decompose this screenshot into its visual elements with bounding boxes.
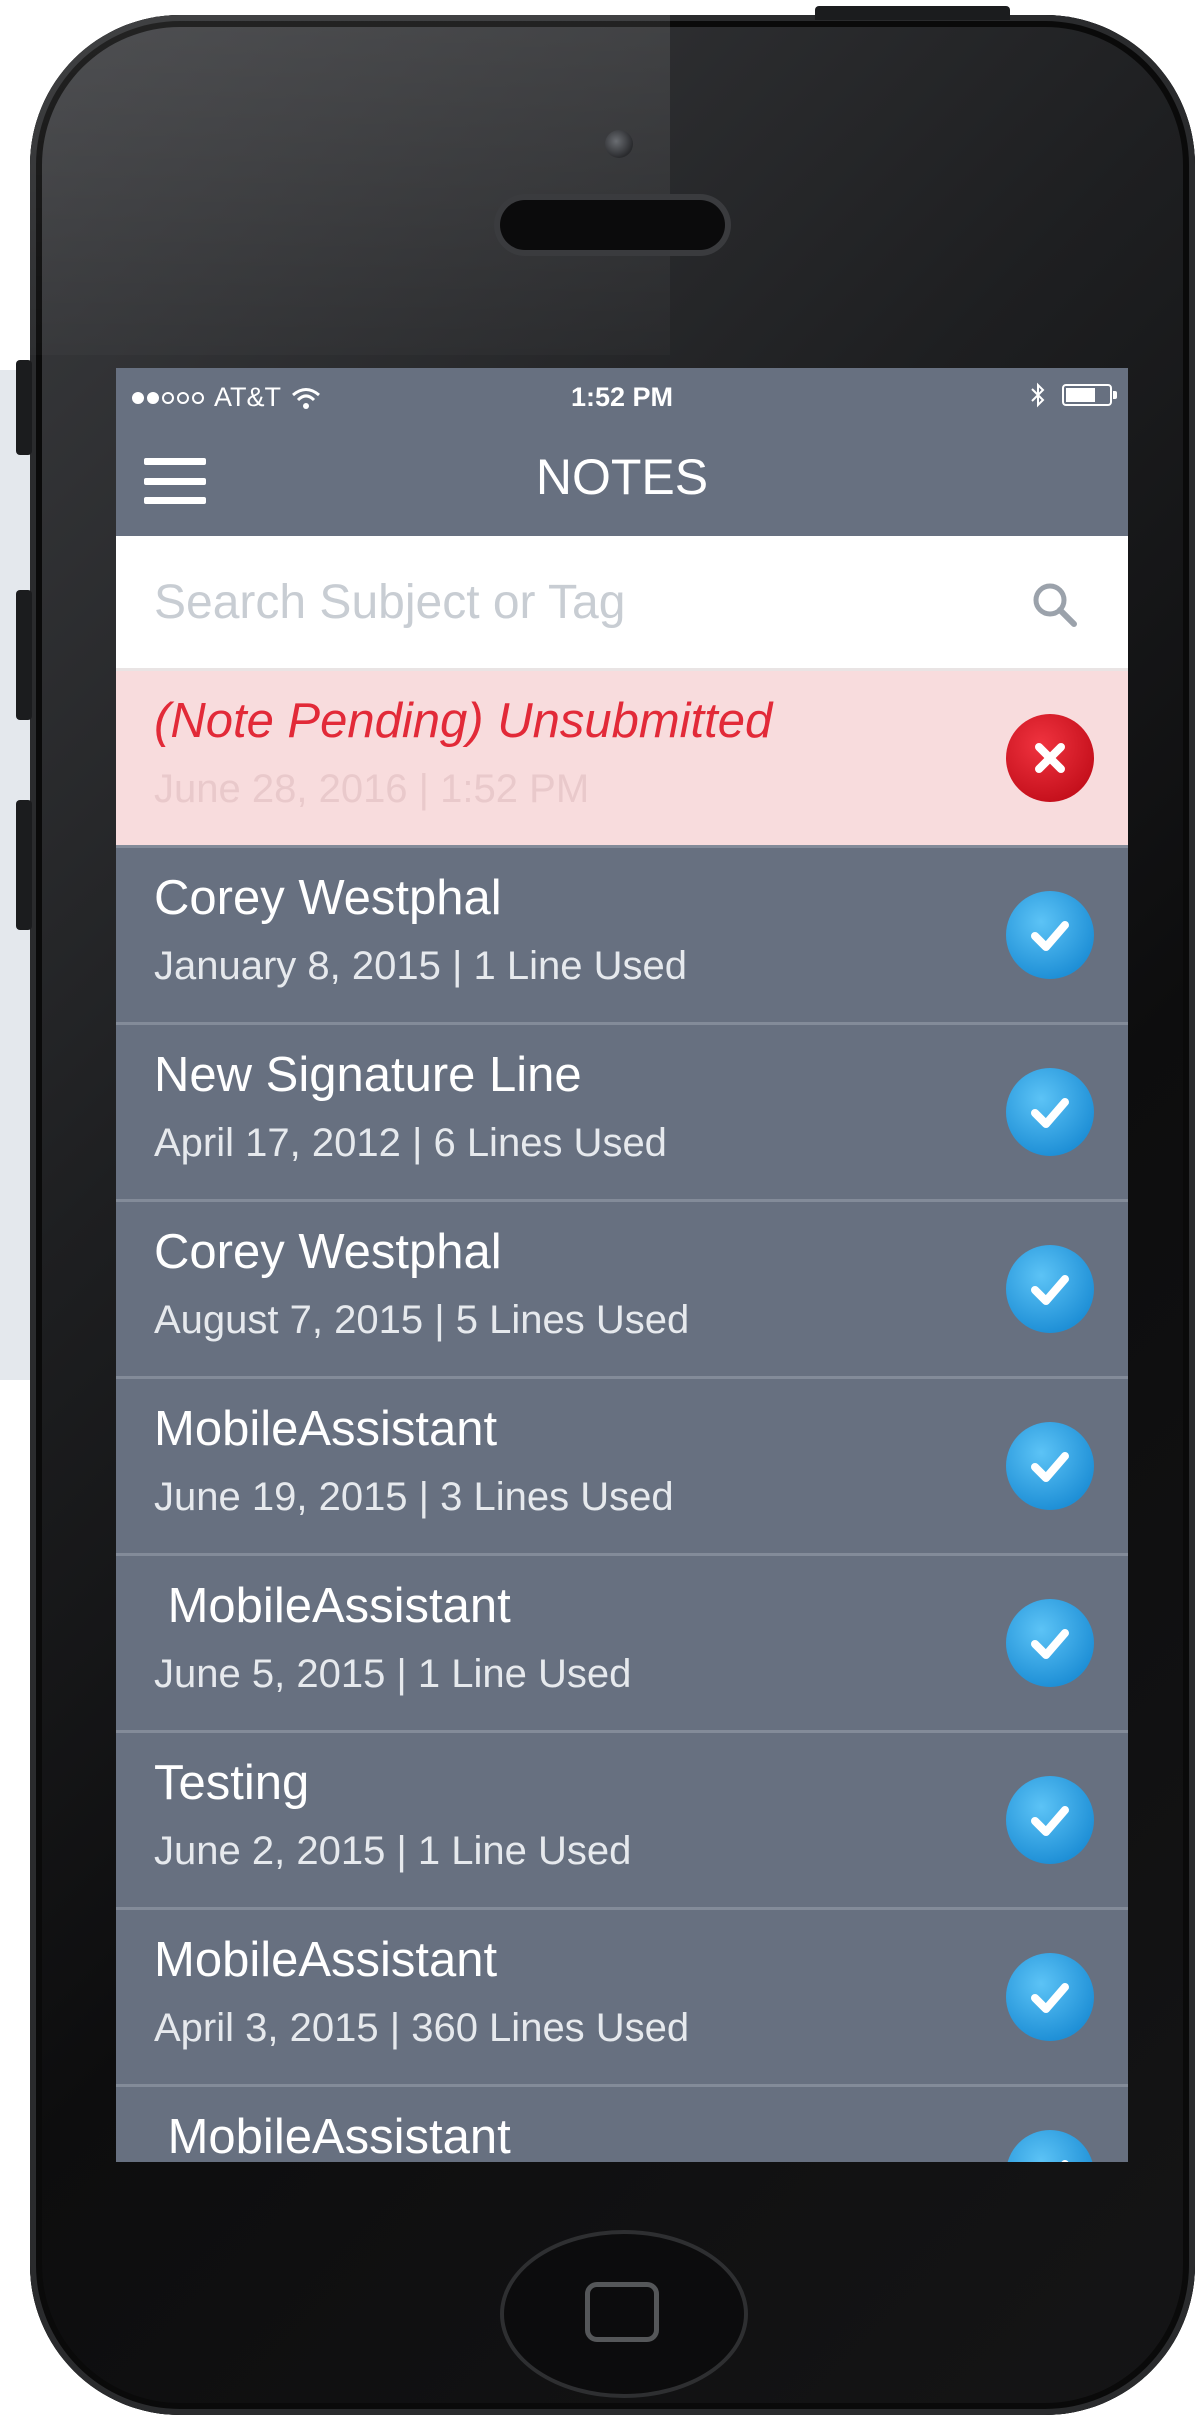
search-input[interactable]: [154, 564, 994, 640]
note-title: MobileAssistant: [154, 2110, 511, 2162]
note-item[interactable]: New Signature Line April 17, 2012 | 6 Lin…: [116, 1022, 1128, 1199]
note-subtitle: August 7, 2015 | 5 Lines Used: [154, 1298, 690, 1342]
note-subtitle: June 19, 2015 | 3 Lines Used: [154, 1475, 674, 1519]
note-title: MobileAssistant: [154, 1579, 511, 1633]
power-button: [815, 6, 1010, 20]
note-title: MobileAssistant: [154, 1402, 498, 1456]
checkmark-circle-icon: [1006, 2130, 1094, 2162]
note-item[interactable]: MobileAssistant: [116, 2084, 1128, 2162]
checkmark-circle-icon: [1006, 1776, 1094, 1864]
note-item[interactable]: Corey Westphal January 8, 2015 | 1 Line U…: [116, 845, 1128, 1022]
x-mark-glyph: [1035, 743, 1065, 773]
notes-list: (Note Pending) Unsubmitted June 28, 2016 …: [116, 668, 1128, 2162]
note-title: Corey Westphal: [154, 871, 502, 925]
home-button-square-icon: [585, 2282, 659, 2342]
checkmark-circle-icon: [1006, 1599, 1094, 1687]
earpiece-speaker: [500, 200, 725, 250]
note-item[interactable]: MobileAssistant June 5, 2015 | 1 Line Use…: [116, 1553, 1128, 1730]
battery-icon: [1062, 384, 1117, 406]
mute-switch: [16, 360, 32, 455]
search-bar: [116, 536, 1128, 668]
note-title: New Signature Line: [154, 1048, 582, 1102]
note-item[interactable]: MobileAssistant June 19, 2015 | 3 Lines U…: [116, 1376, 1128, 1553]
note-item[interactable]: Corey Westphal August 7, 2015 | 5 Lines U…: [116, 1199, 1128, 1376]
checkmark-glyph: [1061, 2160, 1069, 2162]
status-bar: AT&T 1:52 PM: [116, 368, 1128, 426]
checkmark-glyph: [1031, 1983, 1069, 2013]
page-title: NOTES: [535, 449, 709, 505]
note-title: MobileAssistant: [154, 1933, 498, 1987]
checkmark-glyph: [1031, 1629, 1069, 1659]
note-subtitle: June 5, 2015 | 1 Line Used: [154, 1652, 632, 1696]
note-subtitle: June 28, 2016 | 1:52 PM: [154, 767, 590, 811]
battery-level: [1066, 388, 1096, 402]
note-title: (Note Pending) Unsubmitted: [154, 694, 773, 748]
checkmark-circle-icon: [1006, 1068, 1094, 1156]
note-item-pending[interactable]: (Note Pending) Unsubmitted June 28, 2016 …: [116, 668, 1128, 845]
note-title: Corey Westphal: [154, 1225, 502, 1279]
status-right: [1030, 382, 1117, 408]
volume-up-button: [16, 590, 32, 720]
note-title: Testing: [154, 1756, 310, 1810]
bluetooth-icon: [1031, 382, 1045, 408]
note-subtitle: January 8, 2015 | 1 Line Used: [154, 944, 687, 988]
checkmark-glyph: [1031, 1275, 1069, 1305]
note-item[interactable]: MobileAssistant April 3, 2015 | 360 Lines…: [116, 1907, 1128, 2084]
note-subtitle: April 17, 2012 | 6 Lines Used: [154, 1121, 667, 1165]
note-subtitle: June 2, 2015 | 1 Line Used: [154, 1829, 632, 1873]
checkmark-glyph: [1031, 1452, 1069, 1482]
search-icon[interactable]: [1030, 580, 1078, 628]
checkmark-circle-icon: [1006, 1953, 1094, 2041]
checkmark-circle-icon: [1006, 1245, 1094, 1333]
checkmark-glyph: [1031, 921, 1069, 951]
app-screen: AT&T 1:52 PM NOTES Search Subject or Tag…: [116, 368, 1128, 2162]
x-circle-icon[interactable]: [1006, 714, 1094, 802]
front-camera: [605, 130, 633, 158]
note-subtitle: April 3, 2015 | 360 Lines Used: [154, 2006, 690, 2050]
status-time: 1:52 PM: [570, 382, 674, 412]
volume-down-button: [16, 800, 32, 930]
checkmark-circle-icon: [1006, 1422, 1094, 1510]
nav-bar: NOTES: [116, 426, 1128, 536]
note-item[interactable]: Testing June 2, 2015 | 1 Line Used: [116, 1730, 1128, 1907]
checkmark-circle-icon: [1006, 891, 1094, 979]
checkmark-glyph: [1031, 1806, 1069, 1836]
checkmark-glyph: [1031, 1098, 1069, 1128]
